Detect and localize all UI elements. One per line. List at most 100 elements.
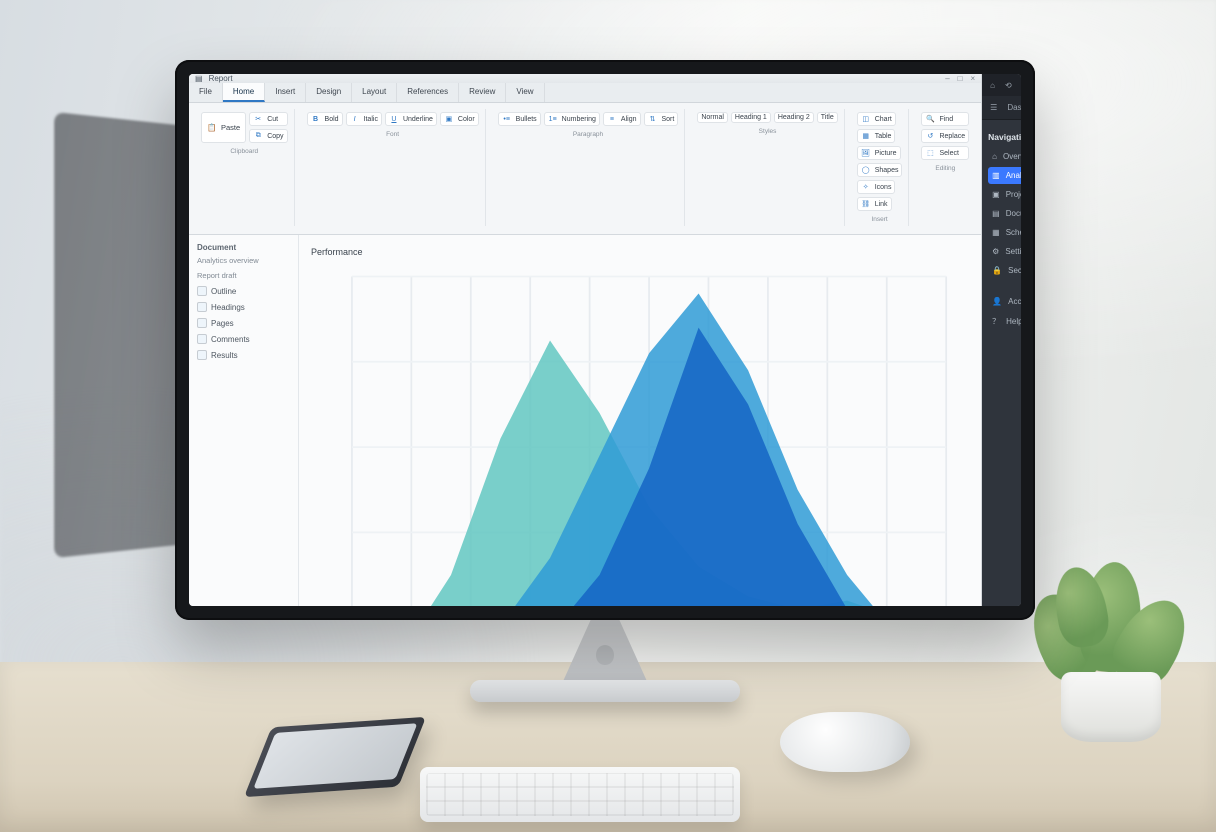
doc-icon: ▤ (992, 209, 1000, 218)
table-icon: ▦ (861, 131, 871, 141)
monitor-base (470, 680, 740, 702)
side-field-0-label: Outline (211, 287, 236, 296)
copy-icon: ⧉ (253, 131, 263, 141)
sidebar-item-help[interactable]: ？Help (988, 312, 1021, 331)
nav-dashboard[interactable]: Dashboard (1007, 103, 1021, 112)
folder-icon: ▣ (992, 190, 1000, 199)
menu-icon[interactable]: ☰ (990, 103, 997, 112)
style-title[interactable]: Title (817, 112, 838, 123)
align-label: Align (621, 116, 637, 123)
insert-table-label: Table (875, 133, 892, 140)
app-dashboard: ⌂ ⟲ ⚙ ⋯ ◧ – □ × ☰ Dashboard Reports Asse… (982, 74, 1021, 606)
group-label-paragraph: Paragraph (498, 131, 679, 138)
sidebar-item-security[interactable]: 🔒Security (988, 262, 1021, 279)
group-label-styles: Styles (697, 128, 837, 135)
copy-label: Copy (267, 133, 283, 140)
square-icon (197, 318, 207, 328)
bullets-button[interactable]: •≡Bullets (498, 112, 541, 126)
style-h1[interactable]: Heading 1 (731, 112, 771, 123)
tab-review[interactable]: Review (459, 83, 506, 102)
group-label-editing: Editing (921, 165, 969, 172)
insert-link[interactable]: ⛓Link (857, 197, 892, 211)
close-button[interactable]: × (970, 74, 975, 83)
bold-button[interactable]: BBold (307, 112, 343, 126)
italic-button[interactable]: I Italic (346, 112, 382, 126)
ribbon-group-editing: 🔍Find ↺Replace ⬚Select Editing (915, 109, 975, 226)
paste-label: Paste (221, 123, 240, 132)
insert-shapes[interactable]: ◯Shapes (857, 163, 903, 177)
window-title: Report (209, 74, 233, 83)
style-h2[interactable]: Heading 2 (774, 112, 814, 123)
align-button[interactable]: ≡ Align (603, 112, 641, 126)
group-label-font: Font (307, 131, 479, 138)
square-icon (197, 350, 207, 360)
chart-icon: ▥ (992, 171, 1000, 180)
italic-label: Italic (364, 116, 378, 123)
desk-plant (1026, 542, 1196, 742)
color-icon: ▣ (444, 114, 454, 124)
tab-insert[interactable]: Insert (265, 83, 306, 102)
sidebar-item-account[interactable]: 👤Account (988, 293, 1021, 310)
ribbon-group-styles: Normal Heading 1 Heading 2 Title Styles (691, 109, 844, 226)
app-office: ▤ Report – □ × File Home Insert Design L… (189, 74, 982, 606)
maximize-button[interactable]: □ (958, 74, 963, 83)
lock-icon: 🔒 (992, 266, 1002, 275)
sort-button[interactable]: ⇅Sort (644, 112, 679, 126)
insert-chart[interactable]: ◫Chart (857, 112, 896, 126)
side-field-3[interactable]: Comments (197, 334, 290, 344)
insert-icons-label: Icons (875, 184, 892, 191)
find-button[interactable]: 🔍Find (921, 112, 969, 126)
select-button[interactable]: ⬚Select (921, 146, 969, 160)
home-icon[interactable]: ⌂ (990, 81, 995, 90)
side-field-4[interactable]: Results (197, 350, 290, 360)
minimize-button[interactable]: – (945, 74, 949, 83)
square-icon (197, 302, 207, 312)
sidebar-item-settings[interactable]: ⚙Settings1 (988, 243, 1021, 260)
titlebar: ▤ Report – □ × (189, 74, 981, 83)
icons-icon: ✧ (861, 182, 871, 192)
sidebar-item-overview[interactable]: ⌂Overview (988, 148, 1021, 165)
sidebar-item-projects[interactable]: ▣Projects (988, 186, 1021, 203)
bold-icon: B (311, 114, 321, 124)
side-field-2[interactable]: Pages (197, 318, 290, 328)
apple-logo (596, 645, 614, 665)
sort-icon: ⇅ (648, 114, 658, 124)
refresh-icon[interactable]: ⟲ (1005, 81, 1012, 90)
tab-references[interactable]: References (397, 83, 459, 102)
sidebar-item-schedule[interactable]: ▦Schedule (988, 224, 1021, 241)
insert-table[interactable]: ▦ Table (857, 129, 896, 143)
insert-link-label: Link (875, 201, 888, 208)
tab-home[interactable]: Home (223, 83, 265, 102)
numbering-button[interactable]: 1≡Numbering (544, 112, 600, 126)
replace-button[interactable]: ↺Replace (921, 129, 969, 143)
insert-icons[interactable]: ✧ Icons (857, 180, 896, 194)
sidebar-item-documents[interactable]: ▤Documents (988, 205, 1021, 222)
underline-button[interactable]: UUnderline (385, 112, 437, 126)
align-icon: ≡ (607, 114, 617, 124)
ribbon-group-font: BBold I Italic UUnderline ▣Color Font (301, 109, 486, 226)
copy-button[interactable]: ⧉ Copy (249, 129, 287, 143)
underline-label: Underline (403, 116, 433, 123)
sidebar-item-analytics[interactable]: ▥Analytics3 (988, 167, 1021, 184)
style-normal[interactable]: Normal (697, 112, 728, 123)
area-chart: Period (303, 259, 967, 606)
cut-button[interactable]: ✂Cut (249, 112, 287, 126)
tab-view[interactable]: View (506, 83, 544, 102)
italic-icon: I (350, 114, 360, 124)
side-field-1[interactable]: Headings (197, 302, 290, 312)
cut-label: Cut (267, 116, 278, 123)
help-icon: ？ (992, 316, 1000, 327)
ribbon-tabs: File Home Insert Design Layout Reference… (189, 83, 981, 103)
tab-design[interactable]: Design (306, 83, 352, 102)
fontcolor-button[interactable]: ▣Color (440, 112, 479, 126)
tab-file[interactable]: File (189, 83, 223, 102)
side-field-0[interactable]: Outline (197, 286, 290, 296)
ribbon-group-clipboard: 📋Paste ✂Cut ⧉Copy Clipboard (195, 109, 295, 226)
sidebar: Navigation ⌂Overview ▥Analytics3 ▣Projec… (982, 120, 1021, 606)
insert-picture-label: Picture (875, 150, 897, 157)
paste-button[interactable]: 📋Paste (201, 112, 246, 143)
insert-picture[interactable]: 🖼Picture (857, 146, 901, 160)
tab-layout[interactable]: Layout (352, 83, 397, 102)
insert-shapes-label: Shapes (875, 167, 899, 174)
sidebar-heading: Navigation (988, 132, 1021, 142)
